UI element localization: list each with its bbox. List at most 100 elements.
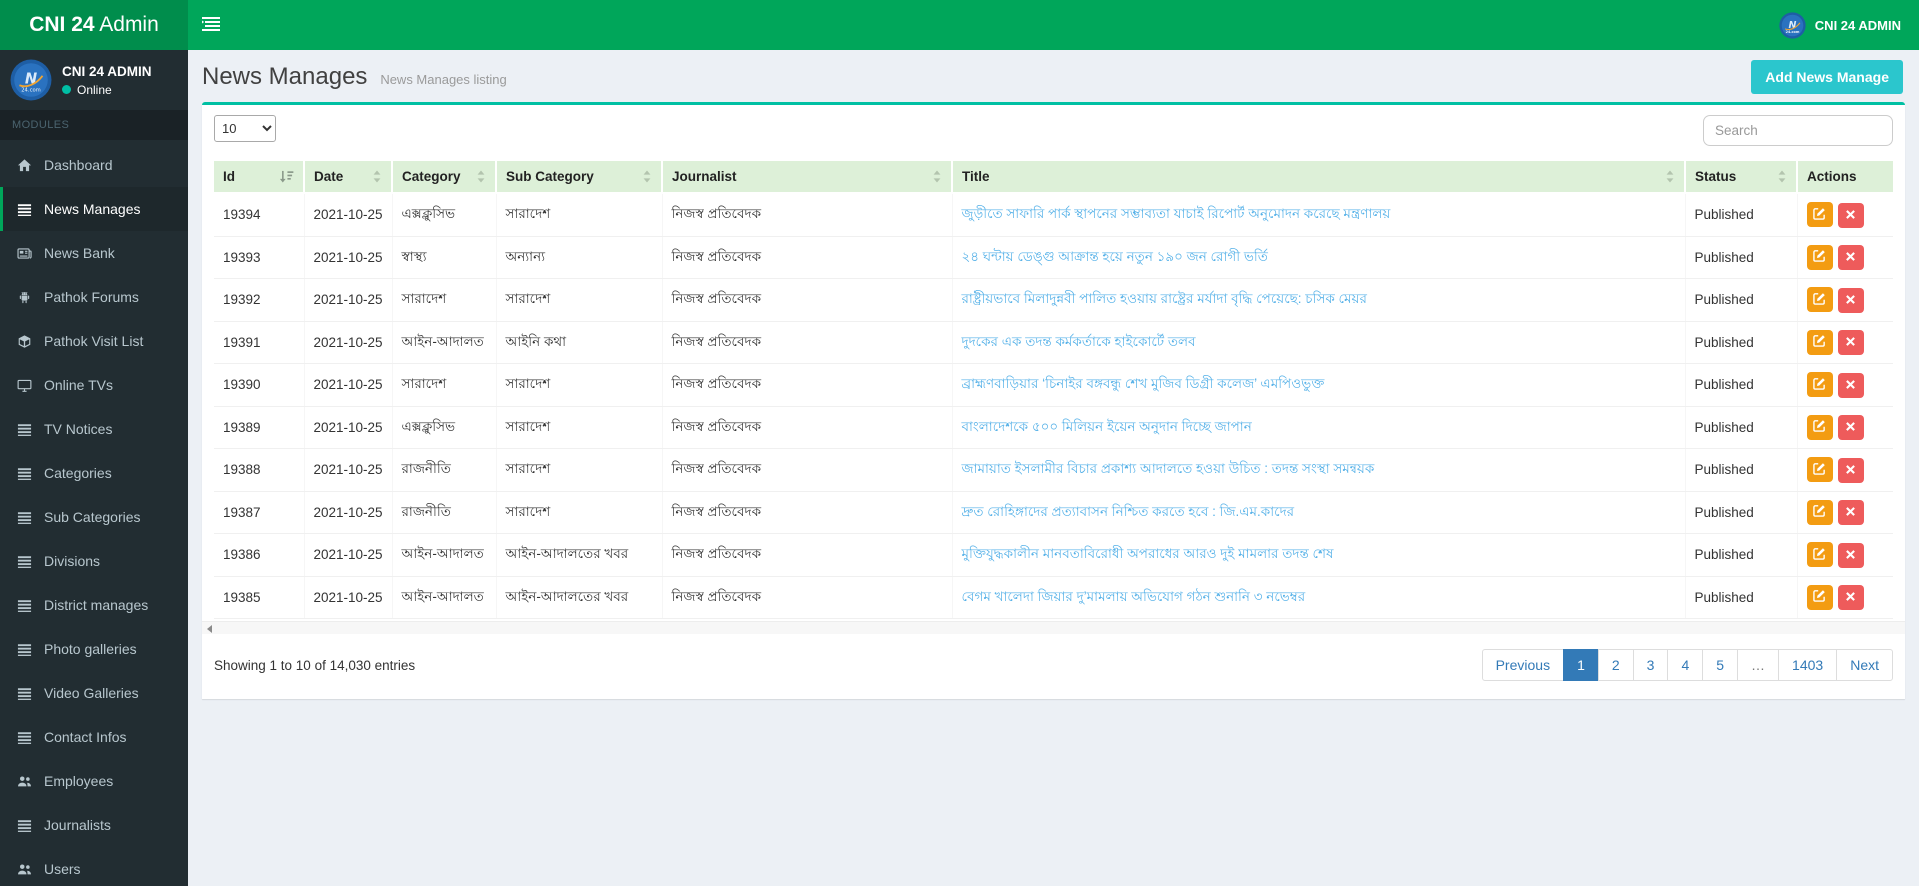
- sidebar-item-district-manages[interactable]: District manages: [0, 583, 188, 627]
- cell-title: ব্রাহ্মণবাড়িয়ার ‘চিনাইর বঙ্গবন্ধু শেখ …: [952, 363, 1686, 407]
- pagination: Previous 1 2 3 4 5… 1403 Next: [1481, 649, 1893, 681]
- delete-button[interactable]: [1837, 372, 1864, 398]
- delete-button[interactable]: [1837, 500, 1864, 525]
- edit-button[interactable]: [1806, 499, 1833, 525]
- news-title-link[interactable]: ২৪ ঘন্টায় ডেঙ্গু আক্রান্ত হয়ে নতুন ১৯০…: [962, 249, 1268, 264]
- sidebar-item-label: Divisions: [44, 553, 101, 569]
- cell-actions: [1797, 448, 1893, 492]
- column-header-sub-category[interactable]: Sub Category: [496, 161, 663, 194]
- cell-title: মুক্তিযুদ্ধকালীন মানবতাবিরোধী অপরাধের আর…: [952, 533, 1686, 577]
- cell-sub-category: সারাদেশ: [496, 448, 663, 492]
- news-title-link[interactable]: মুক্তিযুদ্ধকালীন মানবতাবিরোধী অপরাধের আর…: [962, 546, 1334, 561]
- sidebar-item-sub-categories[interactable]: Sub Categories: [0, 495, 188, 539]
- column-header-title[interactable]: Title: [952, 161, 1686, 194]
- app-logo[interactable]: CNI 24 Admin: [0, 0, 188, 50]
- edit-button[interactable]: [1806, 329, 1833, 355]
- delete-button[interactable]: [1837, 542, 1864, 568]
- column-header-id[interactable]: Id: [214, 161, 305, 194]
- add-news-manage-button[interactable]: Add News Manage: [1751, 60, 1903, 94]
- sidebar-item-employees[interactable]: Employees: [0, 759, 188, 803]
- sidebar-item-pathok-forums[interactable]: Pathok Forums: [0, 275, 188, 319]
- news-title-link[interactable]: ব্রাহ্মণবাড়িয়ার ‘চিনাইর বঙ্গবন্ধু শেখ …: [962, 376, 1325, 391]
- page-length-select[interactable]: 10: [214, 115, 276, 142]
- sidebar-item-contact-infos[interactable]: Contact Infos: [0, 715, 188, 759]
- cell-status: Published: [1685, 576, 1798, 619]
- cell-id: 19394: [214, 193, 305, 237]
- edit-button[interactable]: [1806, 244, 1833, 270]
- edit-button[interactable]: [1806, 414, 1833, 440]
- table-row: 19385 2021-10-25 আইন-আদালত আইন-আদালতের খবর ন…: [214, 576, 1893, 619]
- pagination-page-5[interactable]: 5: [1702, 649, 1739, 681]
- column-header-status[interactable]: Status: [1685, 161, 1798, 194]
- cell-status: Published: [1685, 448, 1798, 492]
- sidebar-item-online-tvs[interactable]: Online TVs: [0, 363, 188, 407]
- cell-journalist: নিজস্ব প্রতিবেদক: [662, 406, 953, 449]
- online-dot-icon: [62, 85, 71, 94]
- delete-button[interactable]: [1837, 245, 1864, 270]
- search-input[interactable]: [1703, 115, 1893, 146]
- pagination-previous[interactable]: Previous: [1481, 649, 1565, 681]
- sidebar-item-photo-galleries[interactable]: Photo galleries: [0, 627, 188, 671]
- pagination-page-1403[interactable]: 1403: [1778, 649, 1838, 681]
- users-icon: [15, 774, 33, 789]
- news-title-link[interactable]: দ্রুত রোহিঙ্গাদের প্রত্যাবাসন নিশ্চিত কর…: [962, 504, 1295, 519]
- scroll-left-arrow-icon[interactable]: [207, 625, 212, 633]
- sidebar-item-video-galleries[interactable]: Video Galleries: [0, 671, 188, 715]
- sidebar-item-users[interactable]: Users: [0, 847, 188, 886]
- pagination-page-3[interactable]: 3: [1632, 649, 1669, 681]
- column-header-date[interactable]: Date: [304, 161, 393, 194]
- sidebar-item-news-bank[interactable]: News Bank: [0, 231, 188, 275]
- news-title-link[interactable]: বাংলাদেশকে ৫০০ মিলিয়ন ইয়েন অনুদান দিচ্…: [962, 419, 1252, 434]
- news-title-link[interactable]: দুদকের এক তদন্ত কর্মকর্তাকে হাইকোর্টে তল…: [962, 334, 1196, 349]
- edit-button[interactable]: [1806, 584, 1833, 610]
- news-title-link[interactable]: রাষ্ট্রীয়ভাবে মিলাদুন্নবী পালিত হওয়ায়…: [962, 291, 1367, 306]
- pagination-page-2[interactable]: 2: [1597, 649, 1634, 681]
- delete-button[interactable]: [1837, 585, 1864, 610]
- app-logo-light: Admin: [94, 13, 159, 36]
- column-header-category[interactable]: Category: [392, 161, 497, 194]
- news-title-link[interactable]: বেগম খালেদা জিয়ার দু’মামলায় অভিযোগ গঠন…: [962, 589, 1306, 604]
- sidebar-item-label: Dashboard: [44, 157, 113, 173]
- sidebar-item-journalists[interactable]: Journalists: [0, 803, 188, 847]
- pagination-next[interactable]: Next: [1836, 649, 1893, 681]
- delete-button[interactable]: [1837, 202, 1864, 228]
- horizontal-scrollbar[interactable]: [202, 621, 1905, 634]
- cell-actions: [1797, 193, 1893, 237]
- sidebar-item-label: District manages: [44, 597, 149, 613]
- cell-sub-category: আইন-আদালতের খবর: [496, 576, 663, 619]
- cell-category: রাজনীতি: [392, 448, 497, 492]
- sidebar-item-news-manages[interactable]: News Manages: [0, 187, 188, 231]
- sidebar-item-label: Journalists: [44, 817, 111, 833]
- sidebar-toggle-button[interactable]: [188, 0, 234, 50]
- cell-title: জুড়ীতে সাফারি পার্ক স্থাপনের সম্ভাব্যতা…: [952, 193, 1686, 237]
- delete-button[interactable]: [1837, 415, 1864, 440]
- edit-button[interactable]: [1806, 202, 1833, 227]
- sidebar-item-label: TV Notices: [44, 421, 113, 437]
- list-icon: [15, 818, 33, 833]
- column-header-journalist[interactable]: Journalist: [662, 161, 953, 194]
- news-title-link[interactable]: জুড়ীতে সাফারি পার্ক স্থাপনের সম্ভাব্যতা…: [962, 206, 1391, 221]
- navbar-user-menu[interactable]: N 24.com CNI 24 ADMIN: [1767, 0, 1913, 50]
- pagination-page-1[interactable]: 1: [1563, 649, 1599, 681]
- edit-button[interactable]: [1806, 457, 1833, 482]
- sidebar-item-label: Photo galleries: [44, 641, 137, 657]
- delete-icon: [1845, 378, 1856, 393]
- sidebar-item-categories[interactable]: Categories: [0, 451, 188, 495]
- sidebar-item-divisions[interactable]: Divisions: [0, 539, 188, 583]
- pagination-page-4[interactable]: 4: [1667, 649, 1704, 681]
- sidebar-item-tv-notices[interactable]: TV Notices: [0, 407, 188, 451]
- news-title-link[interactable]: জামায়াত ইসলামীর বিচার প্রকাশ্য আদালতে হ…: [962, 461, 1375, 476]
- sidebar-item-pathok-visit-list[interactable]: Pathok Visit List: [0, 319, 188, 363]
- svg-text:24.com: 24.com: [21, 88, 41, 94]
- delete-button[interactable]: [1837, 287, 1864, 313]
- list-icon: [15, 642, 33, 657]
- delete-button[interactable]: [1837, 457, 1864, 483]
- sidebar-item-label: Pathok Visit List: [44, 333, 144, 349]
- delete-button[interactable]: [1837, 330, 1864, 355]
- edit-button[interactable]: [1806, 542, 1833, 567]
- list-icon: [15, 510, 33, 525]
- cell-actions: [1797, 278, 1893, 322]
- edit-button[interactable]: [1806, 372, 1833, 397]
- edit-button[interactable]: [1806, 287, 1833, 312]
- sidebar-item-dashboard[interactable]: Dashboard: [0, 143, 188, 187]
